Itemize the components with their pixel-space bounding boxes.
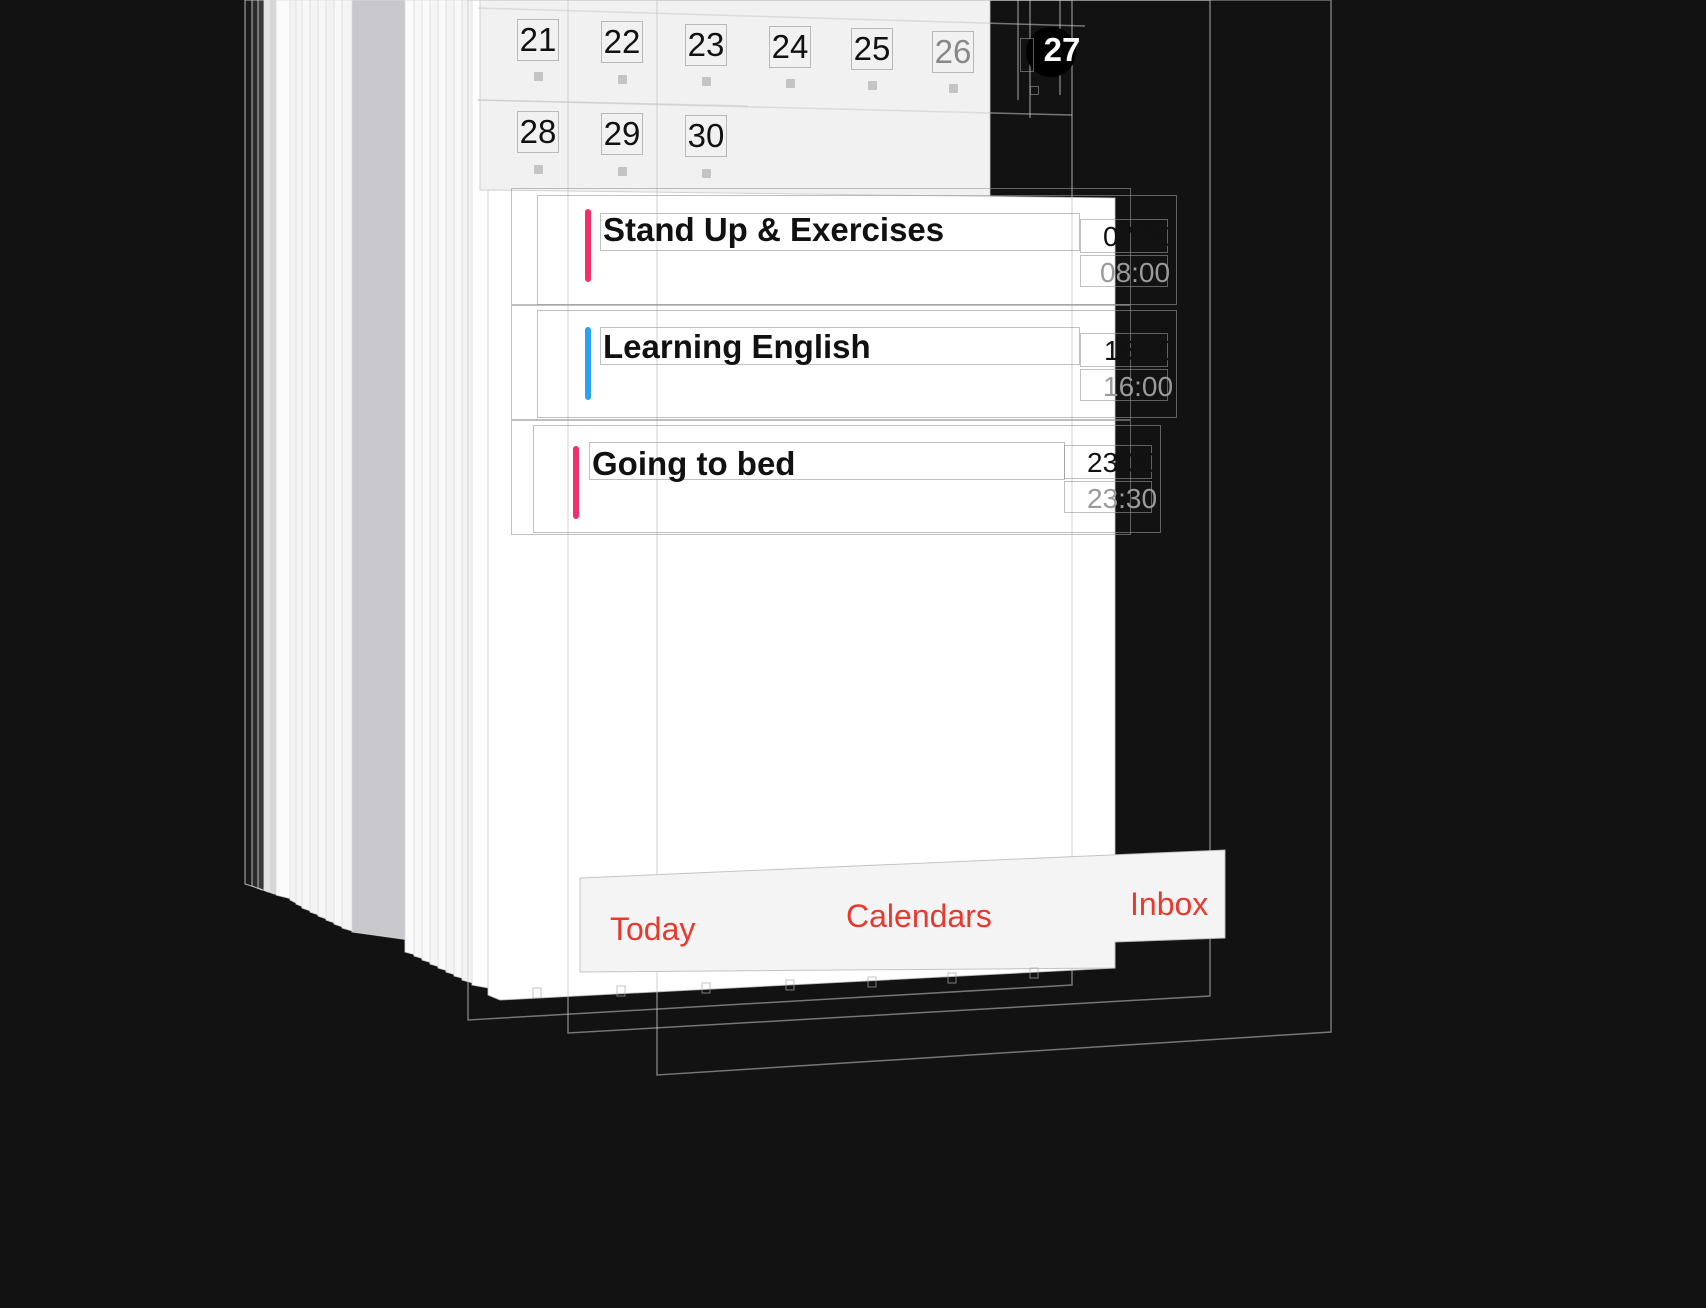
tab-today[interactable]: Today [610, 911, 695, 948]
tab-calendars[interactable]: Calendars [846, 898, 992, 935]
tab-inbox[interactable]: Inbox [1130, 886, 1208, 923]
tab-bar-background [532, 849, 1226, 999]
